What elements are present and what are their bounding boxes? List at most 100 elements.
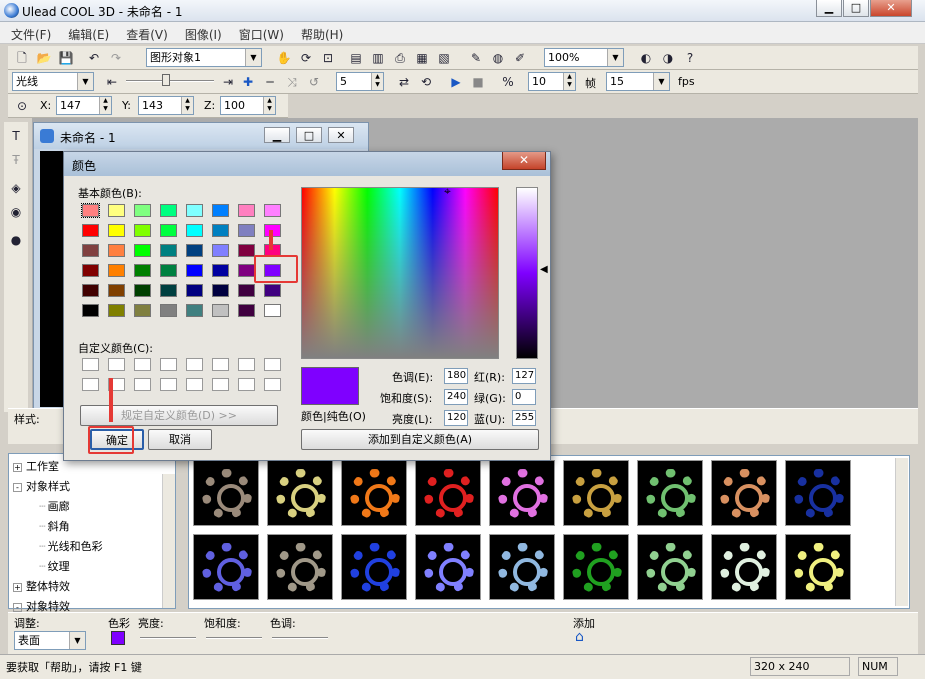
basic-color-swatch[interactable]	[134, 264, 151, 277]
green-field[interactable]: 0	[512, 389, 536, 405]
render-icon[interactable]: ◐	[636, 48, 656, 68]
frame-step-field[interactable]: 5 ▲ ▼	[336, 72, 384, 91]
globe-icon[interactable]: ◍	[488, 48, 508, 68]
menu-help[interactable]: 帮助(H)	[290, 22, 349, 43]
position-icon[interactable]: ⊙	[12, 96, 32, 116]
hue-slider[interactable]	[272, 637, 328, 639]
object-select[interactable]: 图形对象1 ▼	[146, 48, 262, 67]
collapse-icon[interactable]: -	[13, 482, 22, 492]
gallery-thumbnail[interactable]	[489, 534, 555, 600]
menu-edit[interactable]: 编辑(E)	[57, 22, 115, 43]
basic-color-swatch[interactable]	[160, 264, 177, 277]
custom-color-swatch[interactable]	[186, 358, 203, 371]
resize-object-icon[interactable]: ⊡	[318, 48, 338, 68]
basic-color-swatch[interactable]	[134, 244, 151, 257]
brush-icon[interactable]: ✎	[466, 48, 486, 68]
basic-color-swatch[interactable]	[82, 244, 99, 257]
add-to-custom-colors-button[interactable]: 添加到自定义颜色(A)	[301, 429, 539, 450]
basic-color-swatch[interactable]	[134, 224, 151, 237]
custom-color-swatch[interactable]	[108, 358, 125, 371]
align-icon[interactable]: ▤	[346, 48, 366, 68]
edit-icon[interactable]: ✐	[510, 48, 530, 68]
hand-icon[interactable]: ✋	[274, 48, 294, 68]
first-frame-icon[interactable]: ⇤	[102, 72, 122, 92]
basic-color-swatch[interactable]	[238, 284, 255, 297]
custom-color-swatch[interactable]	[82, 378, 99, 391]
gallery-thumbnail[interactable]	[637, 460, 703, 526]
gallery-thumbnail[interactable]	[415, 534, 481, 600]
basic-color-swatch[interactable]	[160, 224, 177, 237]
basic-color-swatch[interactable]	[134, 204, 151, 217]
basic-color-swatch[interactable]	[108, 264, 125, 277]
zoom-select[interactable]: 100% ▼	[544, 48, 624, 67]
custom-color-swatch[interactable]	[212, 378, 229, 391]
add-frame-icon[interactable]: ✚	[238, 72, 258, 92]
menu-file[interactable]: 文件(F)	[0, 22, 57, 43]
tree-item[interactable]: + 整体特效	[13, 578, 70, 594]
custom-color-swatch[interactable]	[212, 358, 229, 371]
print-icon[interactable]: ⎙	[390, 48, 410, 68]
doc-close-button[interactable]: ✕	[328, 127, 354, 143]
basic-color-swatch[interactable]	[108, 204, 125, 217]
basic-color-swatch[interactable]	[108, 224, 125, 237]
cancel-button[interactable]: 取消	[148, 429, 212, 450]
custom-color-swatch[interactable]	[134, 358, 151, 371]
basic-color-swatch[interactable]	[238, 304, 255, 317]
saturation-slider[interactable]	[206, 637, 262, 639]
timeline-slider[interactable]	[126, 80, 214, 82]
gallery-thumbnail[interactable]	[267, 460, 333, 526]
timeline-thumb[interactable]	[162, 74, 170, 86]
insert-text-icon[interactable]: T	[6, 126, 26, 146]
fps-select[interactable]: 15 ▼	[606, 72, 670, 91]
tree-item[interactable]: ┄ 纹理	[39, 558, 70, 574]
basic-color-swatch[interactable]	[160, 284, 177, 297]
dialog-close-button[interactable]: ✕	[502, 152, 546, 170]
basic-color-swatch[interactable]	[186, 244, 203, 257]
basic-color-swatch[interactable]	[82, 304, 99, 317]
basic-color-swatch[interactable]	[82, 264, 99, 277]
luminance-bar[interactable]	[516, 187, 538, 359]
last-frame-icon[interactable]: ⇥	[218, 72, 238, 92]
gallery-thumbnail[interactable]	[711, 534, 777, 600]
y-field[interactable]: 143 ▲ ▼	[138, 96, 194, 115]
basic-color-swatch[interactable]	[160, 204, 177, 217]
basic-color-swatch[interactable]	[212, 304, 229, 317]
layer-icon[interactable]: ▥	[368, 48, 388, 68]
new-icon[interactable]: 🗋	[12, 48, 32, 68]
doc-minimize-button[interactable]: ▁	[264, 127, 290, 143]
basic-color-swatch[interactable]	[238, 204, 255, 217]
menu-window[interactable]: 窗口(W)	[228, 22, 290, 43]
luminance-field[interactable]: 120	[444, 410, 468, 426]
basic-color-swatch[interactable]	[82, 224, 99, 237]
custom-color-swatch[interactable]	[160, 378, 177, 391]
redo-icon[interactable]: ↷	[106, 48, 126, 68]
basic-color-swatch[interactable]	[186, 284, 203, 297]
arrange-icon[interactable]: ▦	[412, 48, 432, 68]
tree-scrollbar[interactable]	[162, 474, 175, 608]
percent-icon[interactable]: %	[498, 72, 518, 92]
adjust-mode-select[interactable]: 表面 ▼	[14, 631, 86, 650]
tree-item[interactable]: ┄ 斜角	[39, 518, 70, 534]
basic-color-swatch[interactable]	[264, 284, 281, 297]
rotate-object-icon[interactable]: ⟳	[296, 48, 316, 68]
tree-item[interactable]: - 对象样式	[13, 478, 70, 494]
basic-color-swatch[interactable]	[82, 284, 99, 297]
tree-item[interactable]: ┄ 画廊	[39, 498, 70, 514]
collapse-icon[interactable]: -	[13, 602, 22, 612]
basic-color-swatch[interactable]	[160, 304, 177, 317]
gallery-thumbnail[interactable]	[785, 534, 851, 600]
expand-icon[interactable]: +	[13, 582, 22, 592]
basic-color-swatch[interactable]	[212, 204, 229, 217]
custom-color-swatch[interactable]	[82, 358, 99, 371]
basic-color-swatch[interactable]	[238, 264, 255, 277]
gallery-thumbnail[interactable]	[341, 460, 407, 526]
x-field[interactable]: 147 ▲ ▼	[56, 96, 112, 115]
group-icon[interactable]: ▧	[434, 48, 454, 68]
doc-maximize-button[interactable]: □	[296, 127, 322, 143]
gallery-thumbnail[interactable]	[341, 534, 407, 600]
gallery-thumbnail[interactable]	[489, 460, 555, 526]
basic-color-swatch[interactable]	[134, 284, 151, 297]
open-icon[interactable]: 📂	[34, 48, 54, 68]
basic-color-swatch[interactable]	[212, 224, 229, 237]
basic-color-swatch[interactable]	[264, 304, 281, 317]
